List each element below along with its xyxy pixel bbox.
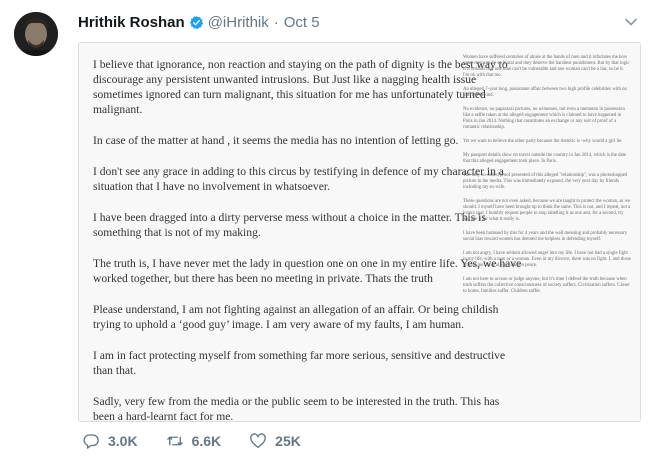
like-count: 25K	[275, 433, 301, 449]
statement-small-paragraph: I am not angry, I have seldom allowed an…	[463, 251, 631, 268]
statement-paragraph: I have been dragged into a dirty pervers…	[93, 211, 486, 239]
statement-small-paragraph: My passport details show no travel outsi…	[463, 153, 627, 164]
retweet-count: 6.6K	[191, 433, 222, 449]
statement-small-paragraph: No evidence, no paparazzi pictures, no w…	[463, 107, 625, 130]
statement-paragraph: In case of the matter at hand , it seems…	[93, 134, 459, 147]
separator-dot: ·	[273, 14, 279, 31]
author-name[interactable]: Hrithik Roshan	[78, 14, 185, 31]
retweet-icon	[166, 436, 183, 446]
statement-small-paragraph: Yet we want to believe the other party b…	[463, 139, 623, 144]
retweet-button[interactable]: 6.6K	[166, 432, 222, 450]
statement-right-column: Women have suffered centuries of abuse a…	[463, 55, 631, 303]
statement-small-paragraph: An alleged 7-year long, passionate affai…	[463, 87, 627, 98]
statement-small-paragraph: I have been harassed by this for 4 years…	[463, 231, 628, 242]
reply-count: 3.0K	[108, 433, 138, 449]
statement-small-paragraph: The only so-called proof presented of th…	[463, 173, 628, 190]
verified-badge-icon	[189, 15, 204, 30]
statement-small-paragraph: These questions are not even asked, beca…	[463, 199, 631, 222]
statement-paragraph: The truth is, I have never met the lady …	[93, 257, 522, 285]
reply-icon	[83, 434, 99, 449]
tweet-header: Hrithik Roshan @iHrithik · Oct 5	[78, 14, 320, 31]
avatar[interactable]	[14, 12, 58, 56]
statement-paragraph: Sadly, very few from the media or the pu…	[93, 395, 500, 422]
author-handle[interactable]: @iHrithik	[208, 14, 269, 31]
reply-button[interactable]: 3.0K	[82, 432, 138, 450]
like-button[interactable]: 25K	[249, 432, 301, 450]
profile-photo	[14, 12, 58, 56]
chevron-down-icon[interactable]	[625, 18, 637, 26]
statement-left-column: I believe that ignorance, non reaction a…	[93, 57, 523, 422]
statement-small-paragraph: Women have suffered centuries of abuse a…	[463, 55, 630, 78]
tweet-date[interactable]: Oct 5	[284, 14, 320, 31]
heart-icon	[250, 433, 266, 449]
statement-paragraph: I believe that ignorance, non reaction a…	[93, 58, 508, 116]
tweet-actions: 3.0K 6.6K 25K	[82, 432, 329, 450]
statement-paragraph: Please understand, I am not fighting aga…	[93, 303, 499, 331]
tweet-card[interactable]: Hrithik Roshan @iHrithik · Oct 5 I belie…	[0, 0, 650, 464]
statement-paragraph: I am in fact protecting myself from some…	[93, 349, 506, 377]
statement-paragraph: I don't see any grace in adding to this …	[93, 165, 504, 193]
statement-image[interactable]: I believe that ignorance, non reaction a…	[78, 42, 641, 422]
statement-small-paragraph: I am not here to accuse or judge anyone,…	[463, 277, 630, 294]
